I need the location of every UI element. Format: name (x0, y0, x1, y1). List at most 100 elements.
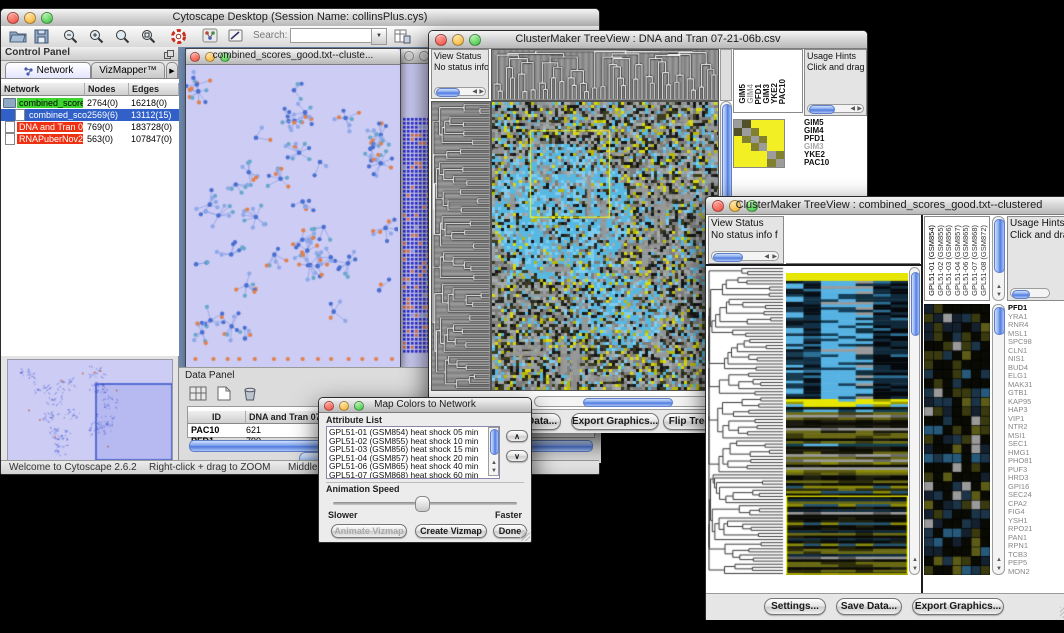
delete-attribute-icon[interactable] (239, 384, 261, 402)
tab-vizmapper-label: VizMapper™ (99, 65, 157, 76)
tv2-collabel-vscroll-thumb[interactable] (994, 219, 1005, 273)
main-window-title: Cytoscape Desktop (Session Name: collins… (1, 11, 599, 23)
tv2-save-data-button[interactable]: Save Data... (836, 598, 902, 615)
tab-vizmapper[interactable]: VizMapper™ (91, 62, 165, 78)
desktop: Cytoscape Desktop (Session Name: collins… (0, 0, 1064, 633)
tv2-resize-grip[interactable] (1060, 607, 1064, 618)
scroll-up-icon[interactable] (996, 284, 1002, 290)
tv1-column-label[interactable]: PAC10 (778, 79, 787, 104)
dialog-resize-grip[interactable] (519, 530, 530, 541)
tv1-heatmap[interactable] (491, 101, 719, 391)
slower-label: Slower (328, 510, 358, 520)
annotation-tool-icon[interactable] (225, 27, 247, 45)
tv2-collabel-vscroll[interactable] (992, 216, 1005, 301)
tv2-settings-button[interactable]: Settings... (764, 598, 826, 615)
tv1-hints-hscroll[interactable] (807, 104, 864, 113)
search-input[interactable] (290, 28, 376, 43)
network1-view[interactable] (186, 65, 398, 366)
network-nodes: 769(0) (87, 122, 113, 132)
zoom-in-icon[interactable] (85, 27, 107, 45)
move-down-button[interactable]: ∨ (506, 450, 528, 462)
tv2-export-graphics-button[interactable]: Export Graphics... (912, 598, 1004, 615)
network1-titlebar[interactable]: combined_scores_good.txt--cluste... (186, 49, 400, 65)
tab-overflow-button[interactable]: ▶ (166, 62, 178, 78)
scroll-up-icon[interactable] (491, 460, 497, 466)
network-tool-icon[interactable] (199, 27, 221, 45)
float-panel-icon[interactable] (164, 50, 174, 59)
tv2-vscroll-thumb[interactable] (911, 272, 920, 336)
attribute-browser-icon[interactable] (391, 27, 413, 45)
tv2-hints-hscroll[interactable] (1010, 288, 1050, 298)
close-button[interactable] (404, 51, 414, 61)
treeview2-titlebar[interactable]: ClusterMaker TreeView : combined_scores_… (706, 197, 1064, 215)
scroll-down-icon[interactable] (491, 468, 497, 474)
tv1-row-label[interactable]: PAC10 (804, 159, 829, 167)
scroll-up-icon[interactable] (912, 557, 918, 563)
tv2-gene-label[interactable]: MON2 (1008, 568, 1064, 576)
tv2-export-graphics-label: Export Graphics... (915, 601, 1001, 612)
tv2-button-bar: Settings... Save Data... Export Graphics… (706, 593, 1064, 620)
tv1-status-hscroll[interactable] (434, 87, 486, 96)
scroll-left-icon[interactable] (850, 106, 855, 112)
open-session-icon[interactable] (7, 27, 29, 45)
tv2-row-dendrogram[interactable] (708, 267, 784, 575)
scroll-down-icon[interactable] (912, 566, 918, 572)
dialog-titlebar[interactable]: Map Colors to Network (319, 398, 531, 413)
zoom-out-icon[interactable] (59, 27, 81, 45)
tv2-column-label[interactable]: GPL51-08 (GSM872) (979, 225, 988, 296)
tv2-column-labels-panel[interactable]: GPL51-01 (GSM854)GPL51-02 (GSM855)GPL51-… (924, 216, 990, 301)
tv1-hints-hscroll-thumb[interactable] (809, 105, 835, 114)
treeview1-titlebar[interactable]: ClusterMaker TreeView : DNA and Tran 07-… (429, 31, 867, 49)
tv1-hscroll-thumb[interactable] (583, 398, 673, 407)
new-attribute-icon[interactable] (213, 384, 235, 402)
tv2-hints-hscroll-thumb[interactable] (1012, 290, 1030, 299)
save-session-icon[interactable] (31, 27, 53, 45)
tab-network[interactable]: Network (5, 62, 91, 78)
network-table-row[interactable]: combined_scores 2764(0) 16218(0) (1, 97, 179, 109)
tv2-heatmap-vscroll[interactable] (909, 267, 920, 575)
tv2-column-label[interactable]: GPL51-07 (GSM868) (970, 225, 979, 296)
animate-vizmap-button[interactable]: Animate Vizmap (331, 524, 407, 538)
scroll-right-icon[interactable] (772, 254, 777, 260)
tv2-zoom-heatmap[interactable] (924, 304, 990, 575)
move-up-button[interactable]: ∧ (506, 430, 528, 442)
network-table-row[interactable]: RNAPuberNov2+| 563(0) 107847(0) (1, 133, 179, 145)
scroll-up-icon[interactable] (996, 557, 1002, 563)
tv1-column-dendrogram[interactable] (491, 49, 719, 101)
listbox-vscroll-thumb[interactable] (490, 429, 499, 455)
attribute-listbox[interactable]: GPL51-01 (GSM854) heat shock 05 minGPL51… (326, 426, 500, 479)
tv2-heatmap[interactable] (786, 273, 908, 575)
scroll-left-icon[interactable] (764, 254, 769, 260)
tv1-status-hscroll-thumb[interactable] (436, 88, 460, 97)
scroll-right-icon[interactable] (479, 89, 484, 95)
tv2-genelabel-vscroll[interactable] (992, 304, 1005, 575)
tv2-status-hscroll[interactable] (711, 251, 779, 261)
tv1-export-graphics-button[interactable]: Export Graphics... (571, 413, 659, 430)
scroll-down-icon[interactable] (996, 292, 1002, 298)
scroll-right-icon[interactable] (857, 106, 862, 112)
search-dropdown-icon[interactable] (371, 28, 387, 45)
scroll-down-icon[interactable] (996, 566, 1002, 572)
scroll-left-icon[interactable] (472, 89, 477, 95)
speed-slider-thumb[interactable] (415, 496, 430, 512)
tv2-status-hscroll-thumb[interactable] (713, 253, 743, 262)
network-table-row[interactable]: combined_sco 2569(6) 13112(15) (1, 109, 179, 121)
network-table-header: NetworkNodesEdges (1, 79, 179, 97)
network-overview-minimap[interactable] (7, 359, 173, 465)
table-mode-icon[interactable] (187, 384, 209, 402)
help-icon[interactable] (167, 27, 189, 45)
tv1-summary-heatmap[interactable] (733, 119, 785, 168)
tv1-row-dendrogram[interactable] (431, 101, 491, 391)
tv2-column-label[interactable]: GPL51-03 (GSM856) (944, 225, 953, 296)
divider (326, 482, 524, 483)
create-vizmap-button[interactable]: Create Vizmap (415, 524, 487, 538)
tv1-column-labels-panel[interactable]: GIM5GIM4PFD1GIM3YKE2PAC10 (733, 49, 803, 113)
listbox-vscroll[interactable] (488, 427, 499, 476)
tv2-column-label[interactable]: GPL51-01 (GSM854) (927, 225, 936, 296)
main-titlebar[interactable]: Cytoscape Desktop (Session Name: collins… (1, 9, 599, 27)
tv2-genelabel-vscroll-thumb[interactable] (994, 307, 1005, 335)
zoom-selected-icon[interactable] (111, 27, 133, 45)
zoom-fit-icon[interactable] (137, 27, 159, 45)
attribute-list-item[interactable]: GPL51-07 (GSM868) heat shock 60 min (329, 471, 487, 479)
network-table-row[interactable]: DNA and Tran 07 769(0) 183728(0) (1, 121, 179, 133)
